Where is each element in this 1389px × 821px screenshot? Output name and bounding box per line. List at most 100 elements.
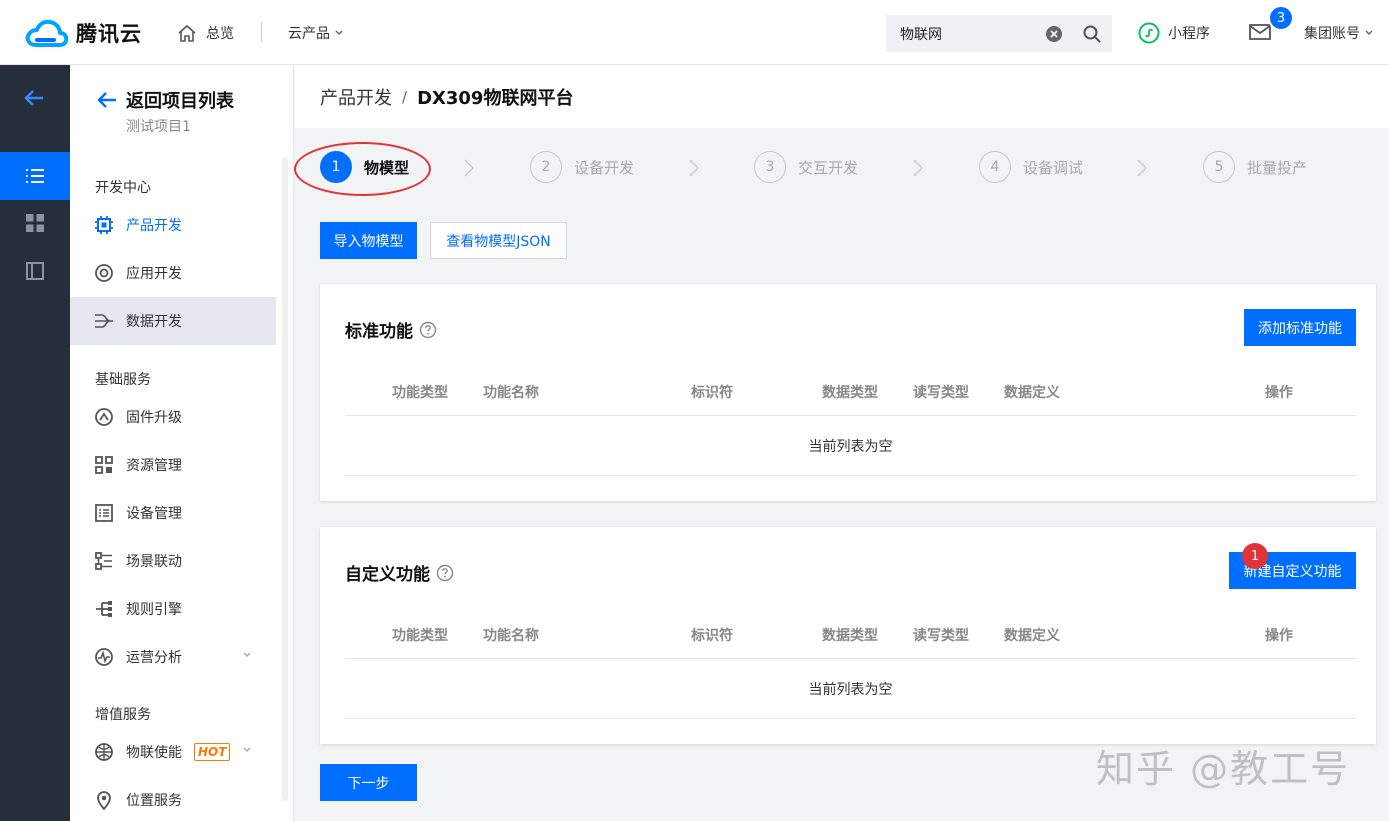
mail-count-badge: 3: [1268, 5, 1294, 31]
sidebar-item-resource[interactable]: 资源管理: [70, 441, 276, 489]
column-header: 数据类型: [822, 628, 878, 644]
miniprogram-link[interactable]: 小程序: [1138, 20, 1210, 46]
sidebar-item-label: 场景联动: [126, 554, 182, 570]
search-input[interactable]: [900, 25, 1050, 42]
column-header: 功能类型: [392, 385, 448, 401]
sidebar-item-label: 数据开发: [126, 314, 182, 330]
sidebar-item-data-dev[interactable]: 数据开发: [70, 297, 276, 345]
step-number: 5: [1203, 151, 1235, 183]
sidebar-item-label: 设备管理: [126, 506, 182, 522]
nav-overview-label: 总览: [206, 26, 234, 42]
search-icon[interactable]: [1082, 24, 1102, 44]
chevron-right-icon: [1137, 159, 1148, 177]
breadcrumb-separator: /: [402, 87, 408, 106]
logo-text: 腾讯云: [76, 22, 142, 46]
nav-overview[interactable]: 总览: [176, 21, 234, 45]
table-header: 功能类型 功能名称 标识符 数据类型 读写类型 数据定义 操作: [345, 609, 1356, 659]
sidebar-item-product-dev[interactable]: 产品开发: [70, 201, 276, 249]
sidebar-item-device-mgmt[interactable]: 设备管理: [70, 489, 276, 537]
home-icon: [178, 24, 196, 42]
rail-item-grid[interactable]: [0, 199, 70, 247]
upgrade-icon: [95, 408, 113, 426]
sidebar-item-location[interactable]: 位置服务: [70, 776, 276, 821]
step-4[interactable]: 4 设备调试: [979, 151, 1083, 183]
column-header: 数据定义: [1004, 628, 1060, 644]
step-number: 1: [320, 151, 352, 183]
step-label: 批量投产: [1247, 158, 1308, 177]
sidebar-item-label: 位置服务: [126, 793, 182, 809]
step-3[interactable]: 3 交互开发: [754, 151, 858, 183]
arrow-left-icon[interactable]: [22, 87, 46, 109]
rail-item-book[interactable]: [0, 247, 70, 295]
main-content: 产品开发 / DX309物联网平台 1 物模型 2 设备开发 3 交互开发 4 …: [294, 65, 1389, 821]
column-header: 数据定义: [1004, 385, 1060, 401]
step-1[interactable]: 1 物模型: [320, 151, 409, 183]
location-icon: [97, 791, 111, 810]
back-title: 返回项目列表: [126, 91, 234, 112]
column-header: 操作: [1265, 385, 1293, 401]
help-icon[interactable]: [436, 564, 454, 582]
sidebar-item-firmware[interactable]: 固件升级: [70, 393, 276, 441]
column-header: 操作: [1265, 628, 1293, 644]
rail-item-list[interactable]: [0, 152, 70, 200]
column-header: 功能名称: [483, 385, 539, 401]
import-model-button[interactable]: 导入物模型: [320, 222, 417, 259]
standard-functions-title: 标准功能: [345, 317, 437, 342]
add-standard-function-button[interactable]: 添加标准功能: [1244, 309, 1356, 346]
step-2[interactable]: 2 设备开发: [530, 151, 634, 183]
chevron-down-icon: [335, 30, 343, 35]
logo[interactable]: 腾讯云: [24, 15, 142, 51]
help-icon[interactable]: [419, 321, 437, 339]
arrow-left-icon: [97, 92, 116, 108]
sidebar-item-label: 资源管理: [126, 458, 182, 474]
flow-icon: [95, 314, 113, 328]
view-json-button[interactable]: 查看物模型JSON: [430, 222, 567, 259]
step-indicator: 1 物模型 2 设备开发 3 交互开发 4 设备调试 5 批量投产: [294, 128, 1389, 210]
step-5[interactable]: 5 批量投产: [1203, 151, 1307, 183]
globe-icon: [95, 743, 113, 761]
custom-functions-card: 自定义功能 新建自定义功能 1 功能类型 功能名称 标识符 数据类型 读写类型 …: [320, 527, 1376, 744]
nav-products[interactable]: 云产品: [288, 21, 344, 45]
sidebar-item-label: 物联使能: [126, 745, 182, 761]
step-label: 交互开发: [798, 158, 859, 177]
back-to-projects[interactable]: 返回项目列表: [96, 87, 234, 113]
column-header: 标识符: [691, 628, 733, 644]
rule-icon: [96, 601, 112, 617]
sidebar-item-app-dev[interactable]: 应用开发: [70, 249, 276, 297]
sidebar-item-label: 固件升级: [126, 410, 182, 426]
mail-icon[interactable]: [1248, 22, 1272, 42]
sidebar-item-analysis[interactable]: 运营分析: [70, 633, 276, 681]
chevron-down-icon: [243, 747, 251, 752]
sidebar-item-iot-enable[interactable]: 物联使能 HOT: [70, 728, 276, 776]
next-step-button[interactable]: 下一步: [320, 764, 417, 801]
target-icon: [95, 264, 113, 282]
chip-icon: [95, 216, 113, 234]
scene-icon: [95, 552, 112, 570]
card-title-text: 自定义功能: [345, 565, 430, 585]
chevron-right-icon: [689, 159, 700, 177]
sidebar-item-scene[interactable]: 场景联动: [70, 537, 276, 585]
search-box: [886, 15, 1112, 52]
account-menu[interactable]: 集团账号: [1304, 21, 1374, 45]
resource-icon: [95, 456, 113, 474]
breadcrumb-parent[interactable]: 产品开发: [320, 84, 392, 110]
left-rail: [0, 65, 70, 821]
sidebar-item-label: 产品开发: [126, 218, 182, 234]
sidebar-item-rule-engine[interactable]: 规则引擎: [70, 585, 276, 633]
step-number: 2: [530, 151, 562, 183]
standard-functions-card: 标准功能 添加标准功能 功能类型 功能名称 标识符 数据类型 读写类型 数据定义…: [320, 284, 1376, 501]
sidebar: 返回项目列表 测试项目1 开发中心 产品开发 应用开发 数据开发 基础服务 固件…: [70, 65, 294, 821]
clear-icon[interactable]: [1045, 25, 1063, 43]
step-label: 设备开发: [574, 158, 635, 177]
miniprogram-label: 小程序: [1168, 26, 1210, 42]
chevron-right-icon: [913, 159, 924, 177]
sidebar-scrollbar[interactable]: [282, 157, 288, 801]
account-label: 集团账号: [1304, 26, 1360, 42]
column-header: 功能类型: [392, 628, 448, 644]
sidebar-item-label: 运营分析: [126, 650, 182, 666]
empty-state: 当前列表为空: [345, 660, 1356, 719]
breadcrumb: 产品开发 / DX309物联网平台: [295, 65, 1389, 128]
column-header: 数据类型: [822, 385, 878, 401]
group-title-basic: 基础服务: [95, 372, 151, 388]
watermark: 知乎 @教工号: [1096, 747, 1351, 791]
